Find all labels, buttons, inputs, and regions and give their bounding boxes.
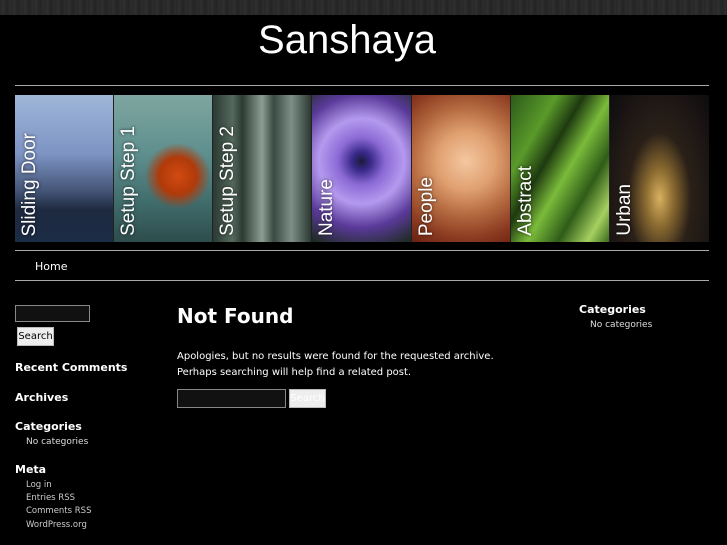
right-categories-heading: Categories: [579, 303, 646, 316]
recent-comments-heading: Recent Comments: [15, 361, 128, 374]
nav-item-home[interactable]: Home: [35, 260, 67, 273]
sidebar-search-button[interactable]: Search: [17, 327, 54, 346]
slider-panel-setup-step-1[interactable]: Setup Step 1: [114, 95, 214, 242]
right-categories-empty-text: No categories: [590, 320, 653, 330]
slider-panel-label: Urban: [613, 184, 635, 236]
page-title: Not Found: [177, 304, 294, 328]
archives-heading: Archives: [15, 391, 69, 404]
slider-panel-abstract[interactable]: Abstract: [510, 95, 610, 242]
main-search-input[interactable]: [177, 389, 286, 408]
slider-panel-sliding-door[interactable]: Sliding Door: [15, 95, 115, 242]
slider-panel-people[interactable]: People: [411, 95, 511, 242]
not-found-message: Apologies, but no results were found for…: [177, 351, 494, 378]
slider-panel-label: People: [415, 176, 437, 236]
slider-panel-label: Abstract: [514, 166, 536, 236]
slider-panel-nature[interactable]: Nature: [312, 95, 412, 242]
page-container: Sanshaya Sliding Door Setup Step 1 Setup…: [0, 15, 727, 545]
meta-link-comments-rss[interactable]: Comments RSS: [26, 506, 91, 516]
slider-panel-label: Setup Step 2: [217, 126, 239, 236]
meta-link-log-in[interactable]: Log in: [26, 480, 52, 490]
slider-panel-urban[interactable]: Urban: [609, 95, 709, 242]
meta-link-wordpress-org[interactable]: WordPress.org: [26, 520, 87, 530]
main-search-button[interactable]: Search: [289, 389, 326, 408]
slider-panel-setup-step-2[interactable]: Setup Step 2: [213, 95, 313, 242]
image-slider: Sliding Door Setup Step 1 Setup Step 2 N…: [15, 95, 709, 242]
meta-heading: Meta: [15, 463, 47, 476]
slider-panel-label: Nature: [316, 178, 338, 236]
categories-empty-text: No categories: [26, 437, 89, 447]
categories-heading: Categories: [15, 420, 82, 433]
slider-panel-label: Setup Step 1: [118, 126, 140, 236]
sidebar-search-input[interactable]: [15, 305, 90, 322]
nav-divider-top: [15, 250, 709, 251]
site-title[interactable]: Sanshaya: [0, 17, 694, 63]
meta-link-entries-rss[interactable]: Entries RSS: [26, 493, 75, 503]
nav-divider-bottom: [15, 280, 709, 281]
slider-panel-label: Sliding Door: [19, 132, 40, 237]
header-divider: [15, 85, 709, 86]
